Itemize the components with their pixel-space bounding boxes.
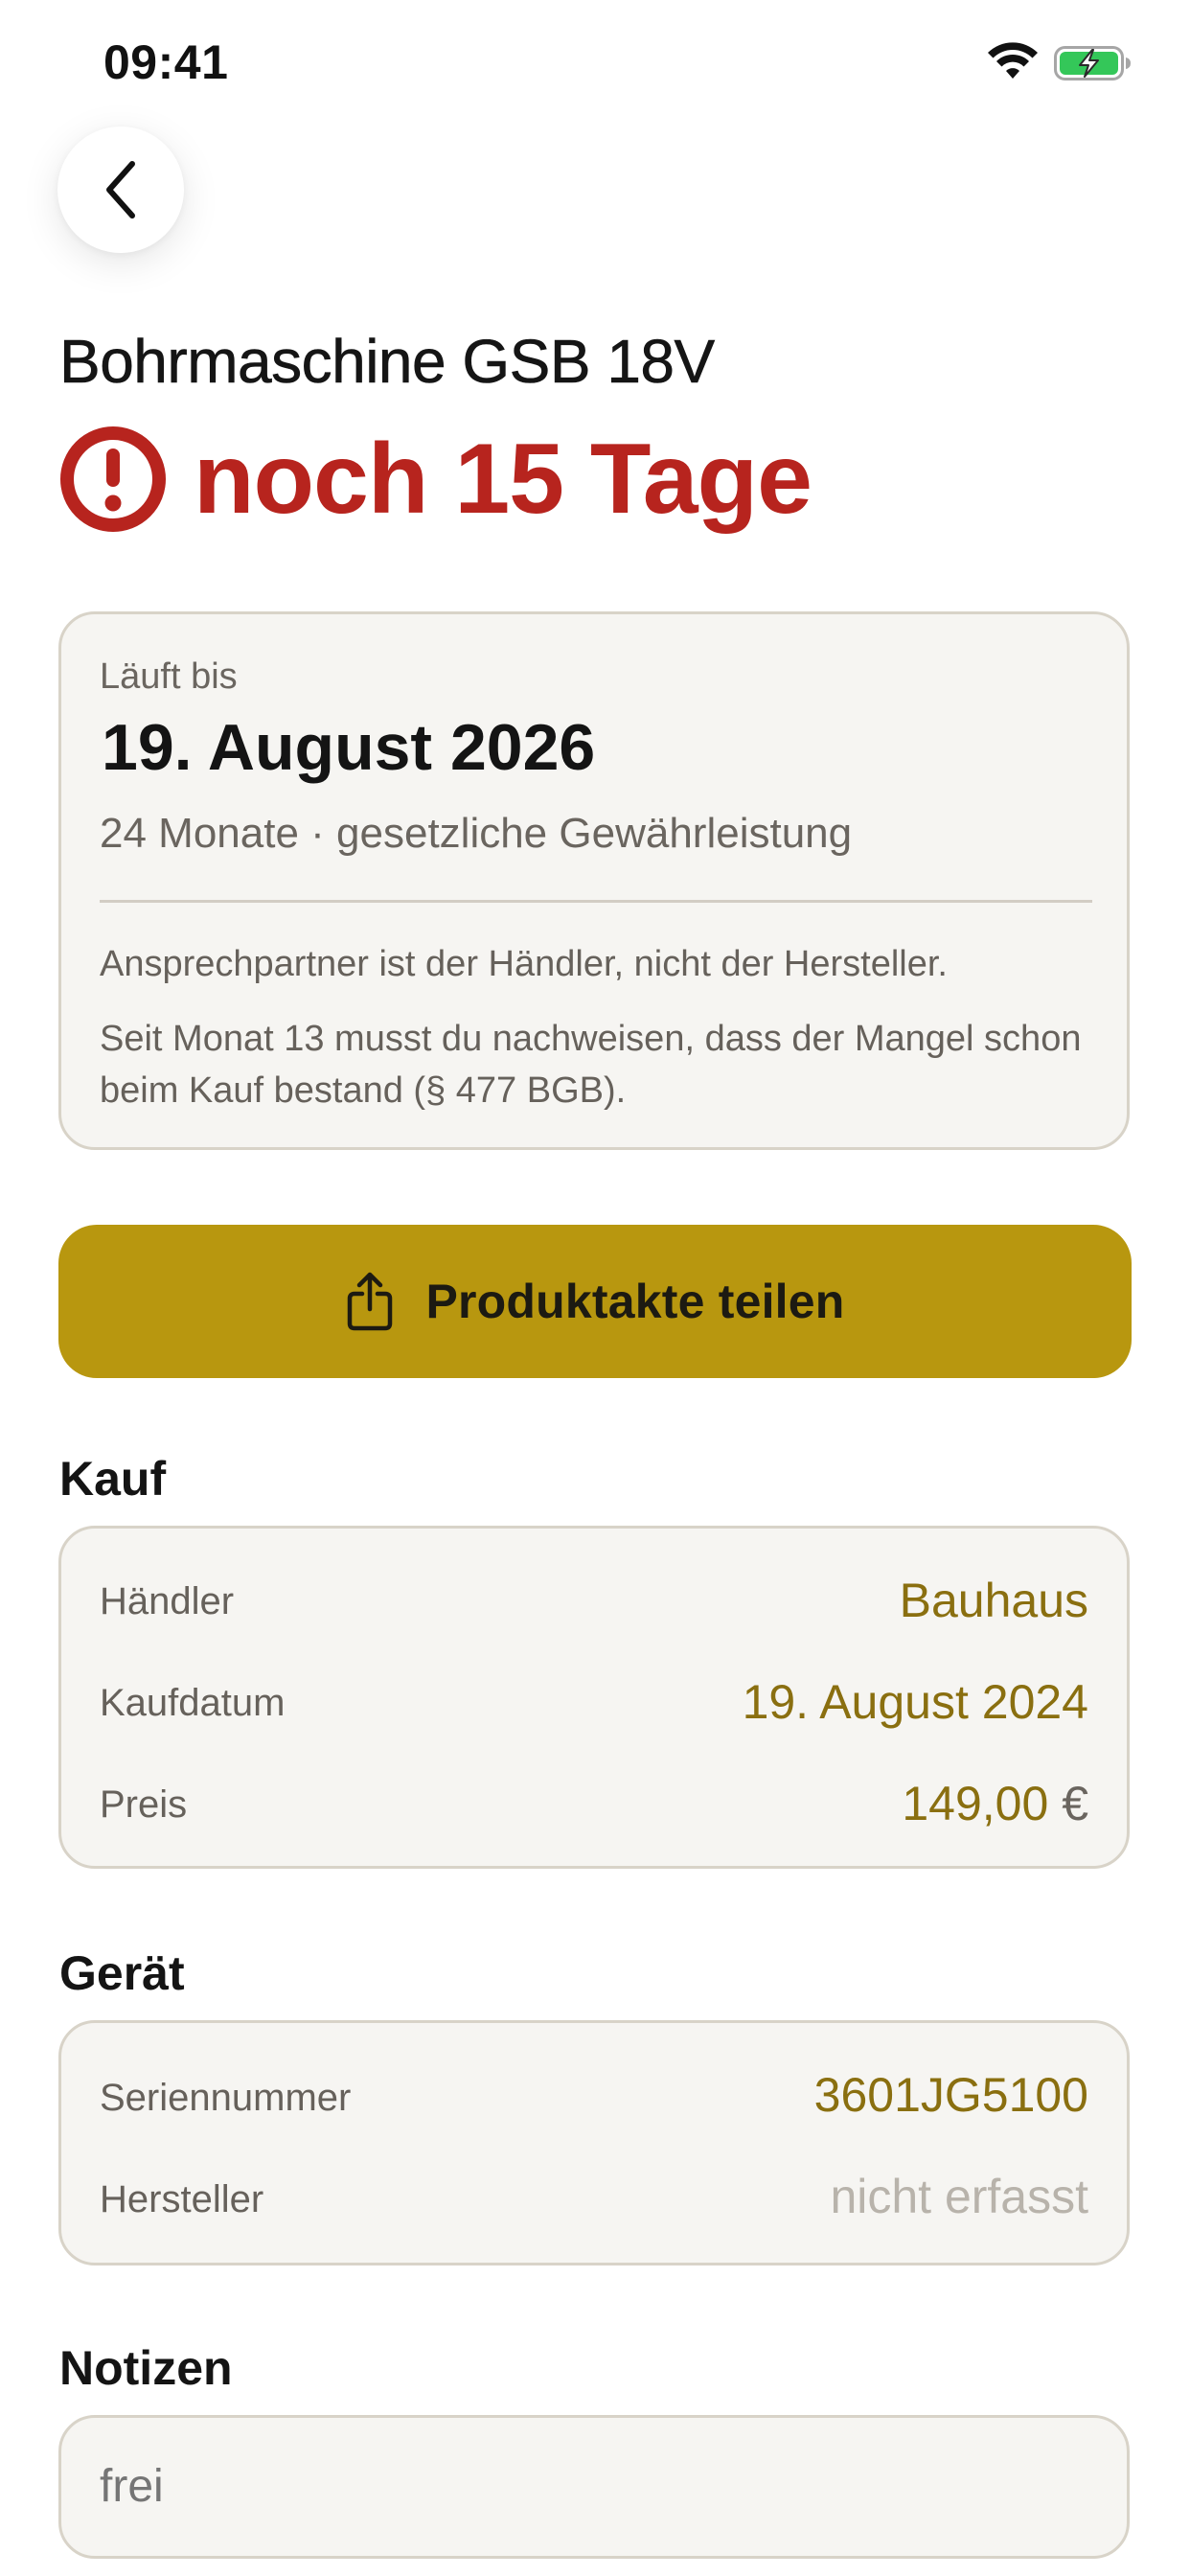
manufacturer-label: Hersteller [100, 2178, 264, 2220]
warranty-end-label: Läuft bis [100, 656, 238, 697]
wifi-icon [988, 42, 1038, 79]
share-button-label: Produktakte teilen [425, 1275, 845, 1328]
price-currency: € [1062, 1777, 1088, 1830]
share-product-file-button[interactable]: Produktakte teilen [58, 1225, 1132, 1378]
purchase-card: Händler Bauhaus Kaufdatum 19. August 202… [58, 1526, 1130, 1869]
price-value[interactable]: 149,00 € [902, 1776, 1088, 1831]
section-title-notes: Notizen [59, 2341, 233, 2395]
battery-charging-icon [1054, 46, 1131, 80]
retailer-value[interactable]: Bauhaus [900, 1573, 1088, 1628]
warranty-note-burden: Seit Monat 13 musst du nachweisen, dass … [100, 1019, 1082, 1111]
product-title: Bohrmaschine GSB 18V [59, 327, 716, 397]
divider [100, 900, 1092, 903]
retailer-label: Händler [100, 1580, 235, 1622]
status-bar: 09:41 [0, 0, 1190, 125]
warranty-countdown: noch 15 Tage [59, 422, 812, 537]
device-card: Seriennummer 3601JG5100 Hersteller nicht… [58, 2020, 1130, 2266]
purchase-date-value[interactable]: 19. August 2024 [743, 1674, 1088, 1730]
price-label: Preis [100, 1783, 188, 1826]
share-icon [348, 1272, 393, 1331]
warranty-end-date: 19. August 2026 [102, 711, 596, 784]
chevron-left-icon [106, 161, 135, 218]
price-amount: 149,00 [902, 1777, 1049, 1830]
status-time: 09:41 [103, 35, 229, 89]
notes-input[interactable] [100, 2460, 1058, 2513]
serial-number-value[interactable]: 3601JG5100 [814, 2067, 1088, 2123]
purchase-date-label: Kaufdatum [100, 1682, 286, 1724]
notes-card [58, 2415, 1130, 2559]
section-title-purchase: Kauf [59, 1452, 167, 1506]
serial-number-label: Seriennummer [100, 2077, 352, 2119]
warranty-duration-type: 24 Monate · gesetzliche Gewährleistung [100, 810, 853, 857]
section-title-device: Gerät [59, 1946, 185, 2000]
countdown-text: noch 15 Tage [194, 423, 812, 535]
warranty-card: Läuft bis 19. August 2026 24 Monate · ge… [58, 611, 1130, 1150]
manufacturer-value[interactable]: nicht erfasst [830, 2169, 1088, 2224]
back-button[interactable] [57, 126, 184, 253]
warranty-note-contact: Ansprechpartner ist der Händler, nicht d… [100, 944, 948, 984]
exclamation-circle-icon [60, 426, 166, 532]
